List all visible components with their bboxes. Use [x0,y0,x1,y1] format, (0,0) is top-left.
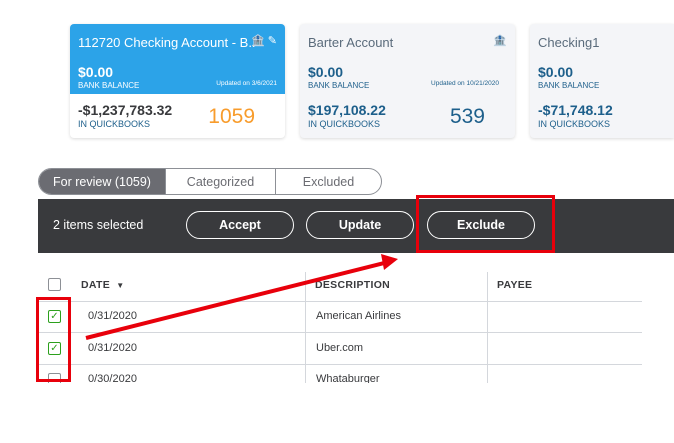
select-all-checkbox[interactable] [48,278,61,291]
selected-count-text: 2 items selected [53,218,144,232]
bank-icon: 🏦 [493,35,507,47]
column-header-payee[interactable]: PAYEE [497,279,532,291]
content-cutoff [38,383,648,443]
tab-excluded[interactable]: Excluded [275,169,381,194]
column-header-description[interactable]: DESCRIPTION [315,279,390,291]
pencil-icon[interactable]: ✎ [268,35,277,47]
row-description: Uber.com [316,342,364,354]
row-description: American Airlines [316,310,401,322]
update-button[interactable]: Update [306,211,414,239]
row-date: 0/31/2020 [88,342,137,354]
bank-balance-amount: $0.00 [308,64,344,80]
row-date: 0/31/2020 [88,310,137,322]
bank-balance-amount: $0.00 [78,64,114,80]
quickbooks-balance-label: IN QUICKBOOKS [538,119,611,129]
review-count: 1059 [208,105,255,128]
tab-categorized[interactable]: Categorized [165,169,275,194]
account-card-112720-checking[interactable]: 112720 Checking Account - B.. 🏦 ✎ $0.00 … [70,24,285,138]
updated-date: Updated on 3/6/2021 [216,80,277,87]
bank-balance-label: BANK BALANCE [538,81,600,90]
quickbooks-balance-amount: -$71,748.12 [538,102,613,118]
updated-date: Updated on 10/21/2020 [431,80,499,87]
review-tabs: For review (1059) Categorized Excluded [38,168,382,195]
review-count: 539 [449,105,485,128]
table-row[interactable]: ✓ 0/31/2020 American Airlines [38,301,642,333]
batch-action-bar: 2 items selected Accept Update Exclude [38,199,674,253]
account-card-checking1[interactable]: Checking1 $0.00 BANK BALANCE -$71,748.12… [530,24,674,138]
table-row[interactable]: ✓ 0/31/2020 Uber.com [38,333,642,365]
bank-balance-amount: $0.00 [538,64,574,80]
accept-button[interactable]: Accept [186,211,294,239]
card-account-name: Barter Account [308,35,394,50]
bank-icon: 🏦 [251,35,265,47]
sort-down-icon: ▼ [116,281,125,290]
annotation-box-exclude [416,195,555,253]
table-header: DATE ▼ DESCRIPTION PAYEE [38,270,642,302]
column-header-date[interactable]: DATE ▼ [81,279,124,291]
account-card-barter[interactable]: Barter Account 🏦 $0.00 BANK BALANCE Upda… [300,24,515,138]
card-account-name: 112720 Checking Account - B.. [78,35,256,50]
card-account-name: Checking1 [538,35,600,50]
annotation-box-checkboxes [36,297,71,382]
tab-for-review[interactable]: For review (1059) [39,169,165,194]
